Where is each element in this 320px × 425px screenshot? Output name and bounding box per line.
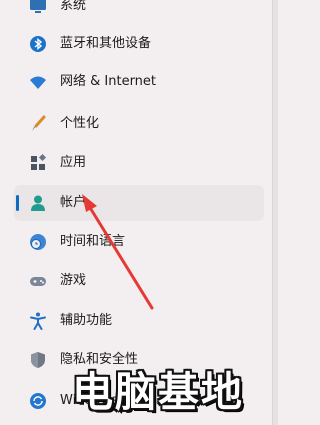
nav-item-label: 帐户 (60, 195, 87, 210)
update-icon (28, 391, 48, 411)
nav-item-bluetooth[interactable]: 蓝牙和其他设备 (14, 26, 264, 62)
apps-icon (28, 153, 48, 173)
nav-item-label: 个性化 (60, 116, 100, 131)
nav-item-accessibility[interactable]: 辅助功能 (14, 303, 264, 339)
selected-indicator (16, 195, 19, 211)
bluetooth-icon (28, 34, 48, 54)
gamepad-icon (28, 271, 48, 291)
scrollbar-track[interactable] (272, 0, 278, 425)
globe-clock-icon (28, 232, 48, 252)
nav-item-accounts[interactable]: 帐户 (14, 185, 264, 221)
accessibility-icon (28, 311, 48, 331)
nav-item-apps[interactable]: 应用 (14, 145, 264, 181)
nav-item-label: 时间和语言 (60, 234, 126, 249)
watermark-text: 电脑基地 (72, 368, 244, 416)
nav-item-time-language[interactable]: 时间和语言 (14, 224, 264, 260)
nav-item-label: 网络 & Internet (60, 74, 157, 89)
settings-nav: 系统 蓝牙和其他设备 网络 & Internet 个性化 应用 帐户 时间和语言… (0, 0, 278, 425)
nav-item-system[interactable]: 系统 (14, 0, 264, 24)
shield-icon (28, 350, 48, 370)
nav-item-label: 游戏 (60, 273, 87, 288)
nav-item-personalization[interactable]: 个性化 (14, 106, 264, 142)
nav-item-label: 蓝牙和其他设备 (60, 36, 152, 51)
brush-icon (28, 114, 48, 134)
nav-item-label: 辅助功能 (60, 313, 113, 328)
nav-item-label: 系统 (60, 0, 87, 13)
nav-item-network[interactable]: 网络 & Internet (14, 64, 264, 100)
nav-item-label: 应用 (60, 155, 87, 170)
account-icon (28, 193, 48, 213)
monitor-icon (28, 0, 48, 16)
nav-item-gaming[interactable]: 游戏 (14, 263, 264, 299)
wifi-icon (28, 72, 48, 92)
